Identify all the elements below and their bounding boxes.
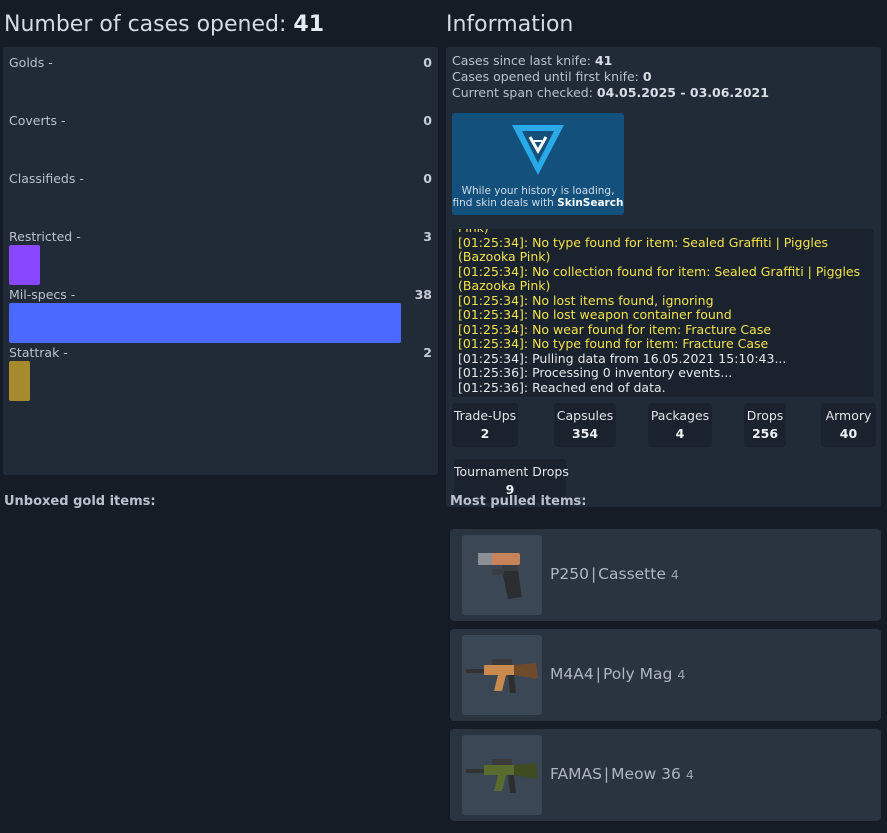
- pulled-item-name: P250 | Cassette 4: [550, 565, 679, 583]
- ad-brand: SkinSearch: [557, 197, 624, 209]
- counter-value: 40: [839, 426, 858, 441]
- information-title: Information: [446, 12, 574, 37]
- weapon-name: P250: [550, 565, 589, 583]
- counter-trade-ups: Trade-Ups 2: [452, 403, 518, 447]
- counter-label: Packages: [650, 408, 710, 423]
- pulled-item-name: M4A4 | Poly Mag 4: [550, 665, 685, 683]
- log-line: [01:25:34]: No lost weapon container fou…: [458, 307, 732, 322]
- cases-opened-title: Number of cases opened: 41: [4, 12, 324, 37]
- rarity-label: Coverts -: [9, 113, 66, 128]
- rarity-bar: [9, 245, 40, 285]
- counter-label: Drops: [746, 408, 784, 423]
- counter-label: Tournament Drops: [454, 464, 569, 479]
- log-line: [01:25:34]: Pulling data from 16.05.2021…: [458, 350, 787, 366]
- most-pulled-heading: Most pulled items:: [450, 494, 587, 509]
- pulled-item-name: FAMAS | Meow 36 4: [550, 765, 694, 783]
- counter-drops: Drops 256: [744, 403, 786, 447]
- weapon-name: M4A4: [550, 665, 594, 683]
- log-line: [01:25:36]: Reached end of data.: [458, 379, 666, 395]
- pulled-item-card[interactable]: M4A4 | Poly Mag 4: [450, 629, 881, 721]
- counter-label: Capsules: [556, 408, 614, 423]
- log-line: [01:25:36]: Processing 0 inventory event…: [458, 365, 733, 380]
- skinsearch-logo-icon: [512, 125, 564, 175]
- span-label: Current span checked:: [452, 85, 593, 100]
- rarity-count: 2: [423, 345, 432, 360]
- cases-since-knife-value: 41: [594, 53, 613, 68]
- pull-count: 4: [670, 567, 679, 582]
- rarity-label: Mil-specs -: [9, 287, 76, 302]
- pulled-item-card[interactable]: FAMAS | Meow 36 4: [450, 729, 881, 821]
- rarity-row: Coverts - 0: [3, 109, 438, 167]
- counter-value: 2: [480, 426, 490, 441]
- counter-label: Armory: [825, 408, 872, 423]
- cases-until-knife-line: Cases opened until first knife: 0: [452, 69, 652, 84]
- log-line: [01:25:34]: No collection found for item…: [458, 263, 861, 293]
- cases-until-knife-value: 0: [642, 69, 652, 84]
- rifle-icon: [462, 635, 542, 715]
- rarity-row: Golds - 0: [3, 51, 438, 109]
- rarity-count: 0: [423, 113, 432, 128]
- counter-armory: Armory 40: [821, 403, 876, 447]
- log-line: [01:25:34]: No type found for item: Frac…: [458, 336, 769, 351]
- rarity-label: Classifieds -: [9, 171, 84, 186]
- name-separator: |: [603, 765, 610, 783]
- cases-since-knife-label: Cases since last knife:: [452, 53, 591, 68]
- rarity-label: Restricted -: [9, 229, 81, 244]
- rarity-label: Golds -: [9, 55, 53, 70]
- rarity-row: Stattrak - 2: [3, 341, 438, 401]
- information-panel: Cases since last knife: 41 Cases opened …: [446, 47, 881, 507]
- counter-capsules: Capsules 354: [554, 403, 616, 447]
- counter-value: 256: [751, 426, 779, 441]
- rarity-row: Restricted - 3: [3, 225, 438, 285]
- name-separator: |: [595, 665, 601, 683]
- log-line: [01:25:34]: No type found for item: Seal…: [458, 234, 829, 264]
- counter-value: 4: [675, 426, 685, 441]
- unboxed-gold-heading: Unboxed gold items:: [4, 494, 156, 509]
- counter-label: Trade-Ups: [453, 408, 517, 423]
- skin-name: Meow 36: [611, 765, 681, 783]
- cases-opened-count: 41: [293, 12, 325, 37]
- log-line: [01:25:34]: No wear found for item: Frac…: [458, 321, 772, 337]
- log-console[interactable]: Pink)[01:25:34]: No type found for item:…: [452, 229, 874, 397]
- rarity-count: 3: [423, 229, 432, 244]
- ad-text: While your history is loading, find skin…: [452, 185, 624, 209]
- rarity-row: Mil-specs - 38: [3, 283, 438, 343]
- rarity-count: 0: [423, 55, 432, 70]
- rifle-icon: [462, 735, 542, 815]
- cases-opened-title-label: Number of cases opened:: [4, 12, 287, 37]
- counter-value: 354: [571, 426, 599, 441]
- cases-since-knife-line: Cases since last knife: 41: [452, 53, 612, 68]
- rarity-count: 0: [423, 171, 432, 186]
- rarity-label: Stattrak -: [9, 345, 68, 360]
- counter-packages: Packages 4: [648, 403, 712, 447]
- log-lines: Pink)[01:25:34]: No type found for item:…: [458, 229, 870, 395]
- skin-name: Poly Mag: [602, 665, 673, 683]
- span-line: Current span checked: 04.05.2025 - 03.06…: [452, 85, 769, 100]
- cases-until-knife-label: Cases opened until first knife:: [452, 69, 639, 84]
- pull-count: 4: [677, 667, 686, 682]
- log-line: [01:25:34]: No lost items found, ignorin…: [458, 292, 714, 308]
- skin-name: Cassette: [598, 565, 666, 583]
- pistol-icon: [462, 535, 542, 615]
- rarity-row: Classifieds - 0: [3, 167, 438, 225]
- span-value: 04.05.2025 - 03.06.2021: [596, 85, 769, 100]
- name-separator: |: [590, 565, 597, 583]
- pulled-item-card[interactable]: P250 | Cassette 4: [450, 529, 881, 621]
- rarity-bar: [9, 303, 401, 343]
- rarity-count: 38: [414, 287, 432, 302]
- rarity-bar: [9, 361, 30, 401]
- pull-count: 4: [685, 767, 694, 782]
- skinsearch-ad-banner[interactable]: While your history is loading, find skin…: [452, 113, 624, 215]
- rarity-stats-panel: Golds - 0 Coverts - 0 Classifieds - 0 Restrict…: [3, 47, 438, 475]
- weapon-name: FAMAS: [550, 765, 602, 783]
